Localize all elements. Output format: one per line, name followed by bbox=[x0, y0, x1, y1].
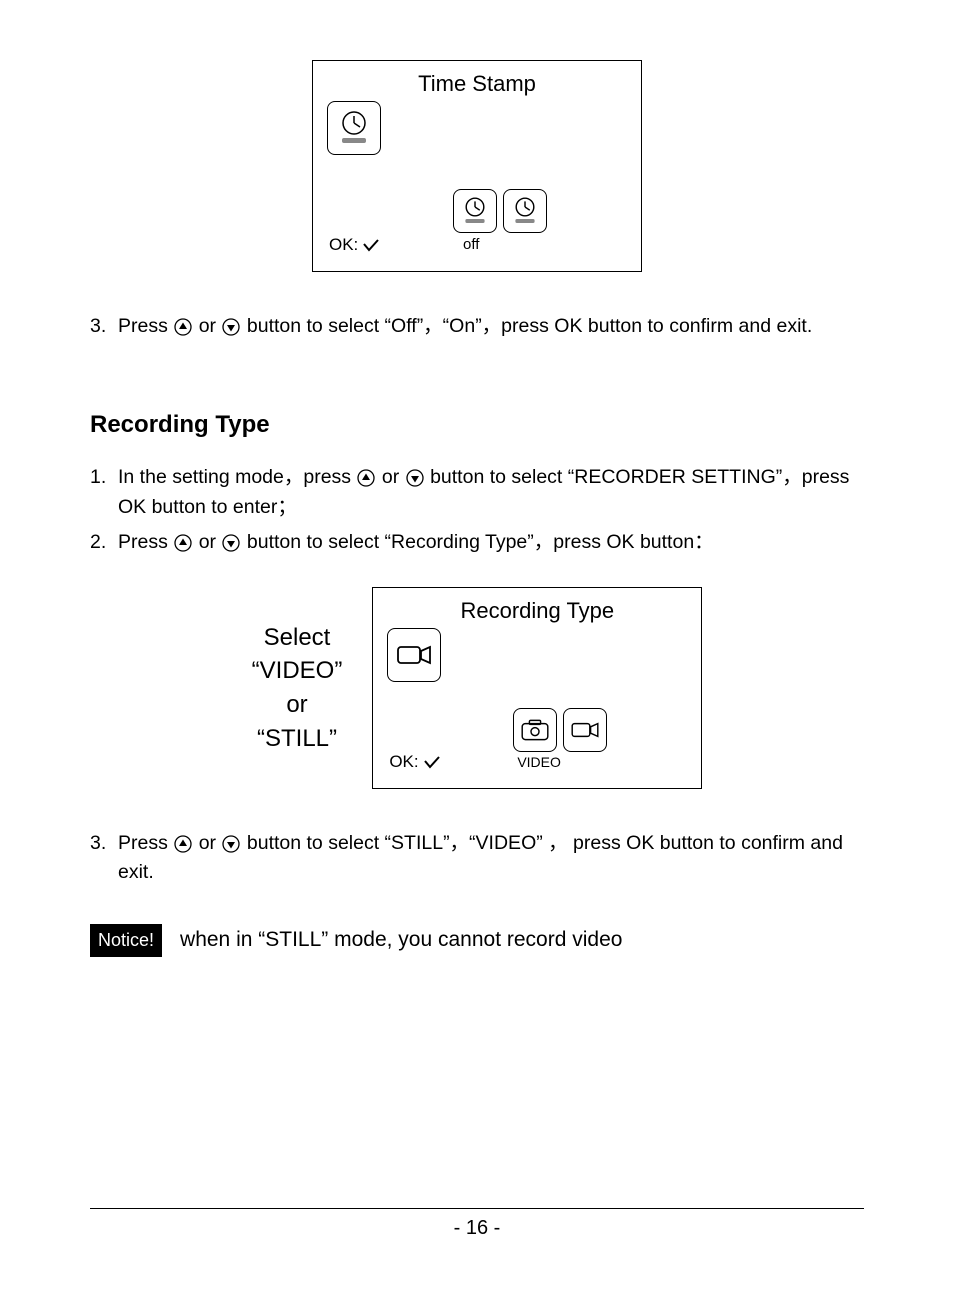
notice-text: when in “STILL” mode, you cannot record … bbox=[180, 928, 622, 952]
ok-prefix: OK: bbox=[389, 752, 418, 772]
down-arrow-button-icon bbox=[222, 835, 240, 853]
instruction-block-1: 3. Press or button to select “Off”，“On”，… bbox=[90, 312, 864, 341]
instruction-block-2: 1. In the setting mode，press or button t… bbox=[90, 463, 864, 557]
clock-stamp-off-icon bbox=[453, 189, 497, 233]
step-number: 3. bbox=[90, 312, 118, 341]
down-arrow-button-icon bbox=[222, 534, 240, 552]
step-text: Press or button to select “STILL”，“VIDEO… bbox=[118, 829, 864, 888]
down-arrow-button-icon bbox=[222, 318, 240, 336]
down-arrow-button-icon bbox=[406, 469, 424, 487]
notice-row: Notice! when in “STILL” mode, you cannot… bbox=[90, 924, 864, 957]
option-row bbox=[513, 708, 607, 752]
option-label: off bbox=[463, 236, 479, 253]
ok-prefix: OK: bbox=[329, 235, 358, 255]
ok-row: OK: bbox=[329, 235, 380, 255]
video-camera-icon bbox=[563, 708, 607, 752]
side-label: Select “VIDEO” or “STILL” bbox=[252, 621, 343, 755]
step-number: 2. bbox=[90, 528, 118, 557]
panel-title: Recording Type bbox=[373, 588, 701, 628]
instruction-block-3: 3. Press or button to select “STILL”，“VI… bbox=[90, 829, 864, 888]
clock-stamp-on-icon bbox=[503, 189, 547, 233]
option-label: VIDEO bbox=[517, 754, 561, 770]
figure-2: Select “VIDEO” or “STILL” Recording Type bbox=[90, 587, 864, 789]
still-camera-icon bbox=[513, 708, 557, 752]
step-text: In the setting mode，press or button to s… bbox=[118, 463, 864, 522]
panel-title: Time Stamp bbox=[313, 61, 641, 101]
step-number: 1. bbox=[90, 463, 118, 522]
time-stamp-panel: Time Stamp bbox=[312, 60, 642, 272]
page-number: - 16 - bbox=[454, 1217, 501, 1239]
up-arrow-button-icon bbox=[357, 469, 375, 487]
step-number: 3. bbox=[90, 829, 118, 888]
recording-type-panel: Recording Type bbox=[372, 587, 702, 789]
video-camera-icon bbox=[387, 628, 441, 682]
up-arrow-button-icon bbox=[174, 835, 192, 853]
clock-stamp-icon bbox=[327, 101, 381, 155]
page-footer: - 16 - bbox=[90, 1208, 864, 1240]
up-arrow-button-icon bbox=[174, 534, 192, 552]
option-row bbox=[453, 189, 547, 233]
up-arrow-button-icon bbox=[174, 318, 192, 336]
checkmark-icon bbox=[423, 755, 441, 769]
step-text: Press or button to select “Off”，“On”，pre… bbox=[118, 312, 864, 341]
checkmark-icon bbox=[362, 238, 380, 252]
ok-row: OK: bbox=[389, 752, 440, 772]
section-heading: Recording Type bbox=[90, 411, 864, 439]
notice-badge: Notice! bbox=[90, 924, 162, 957]
step-text: Press or button to select “Recording Typ… bbox=[118, 528, 864, 557]
